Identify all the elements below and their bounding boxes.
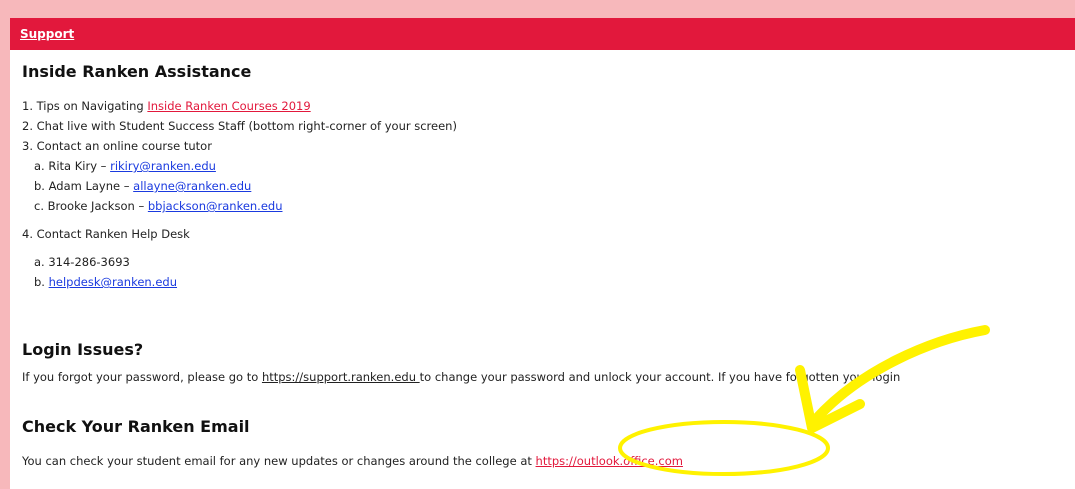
helpdesk-email-item: b. helpdesk@ranken.edu [22,272,457,292]
email-text: You can check your student email for any… [22,454,683,468]
tutor-name: c. Brooke Jackson – [34,199,148,213]
helpdesk-email-prefix: b. [34,275,49,289]
tutor-item: c. Brooke Jackson – bbjackson@ranken.edu [22,196,457,216]
login-text: If you forgot your password, please go t… [22,370,900,384]
helpdesk-email-link[interactable]: helpdesk@ranken.edu [49,275,177,289]
login-heading: Login Issues? [22,340,144,359]
tutor-item: b. Adam Layne – allayne@ranken.edu [22,176,457,196]
assistance-heading: Inside Ranken Assistance [22,62,252,81]
list-item: 1. Tips on Navigating Inside Ranken Cour… [22,96,457,116]
email-text-prefix: You can check your student email for any… [22,454,536,468]
support-header-bar: Support [10,18,1075,50]
tutor-email-link[interactable]: rikiry@ranken.edu [110,159,216,173]
tutor-name: b. Adam Layne – [34,179,134,193]
assistance-list: 1. Tips on Navigating Inside Ranken Cour… [22,96,457,292]
login-text-prefix: If you forgot your password, please go t… [22,370,262,384]
login-text-suffix: to change your password and unlock your … [419,370,901,384]
tutor-email-link[interactable]: bbjackson@ranken.edu [148,199,283,213]
list-item: 2. Chat live with Student Success Staff … [22,119,457,133]
outlook-link[interactable]: https://outlook.office.com [536,454,683,468]
tutor-email-link[interactable]: allayne@ranken.edu [133,179,251,193]
helpdesk-phone: a. 314-286-3693 [34,255,130,269]
courses-link[interactable]: Inside Ranken Courses 2019 [147,99,310,113]
support-panel: Support Inside Ranken Assistance 1. Tips… [10,18,1075,489]
list-item: 4. Contact Ranken Help Desk [22,227,190,241]
support-site-link[interactable]: https://support.ranken.edu [262,370,420,384]
tutor-item: a. Rita Kiry – rikiry@ranken.edu [22,156,457,176]
email-heading: Check Your Ranken Email [22,417,250,436]
item1-text: 1. Tips on Navigating [22,99,148,113]
list-item: 3. Contact an online course tutor [22,139,212,153]
tutor-name: a. Rita Kiry – [34,159,111,173]
support-tab-link[interactable]: Support [20,27,74,41]
